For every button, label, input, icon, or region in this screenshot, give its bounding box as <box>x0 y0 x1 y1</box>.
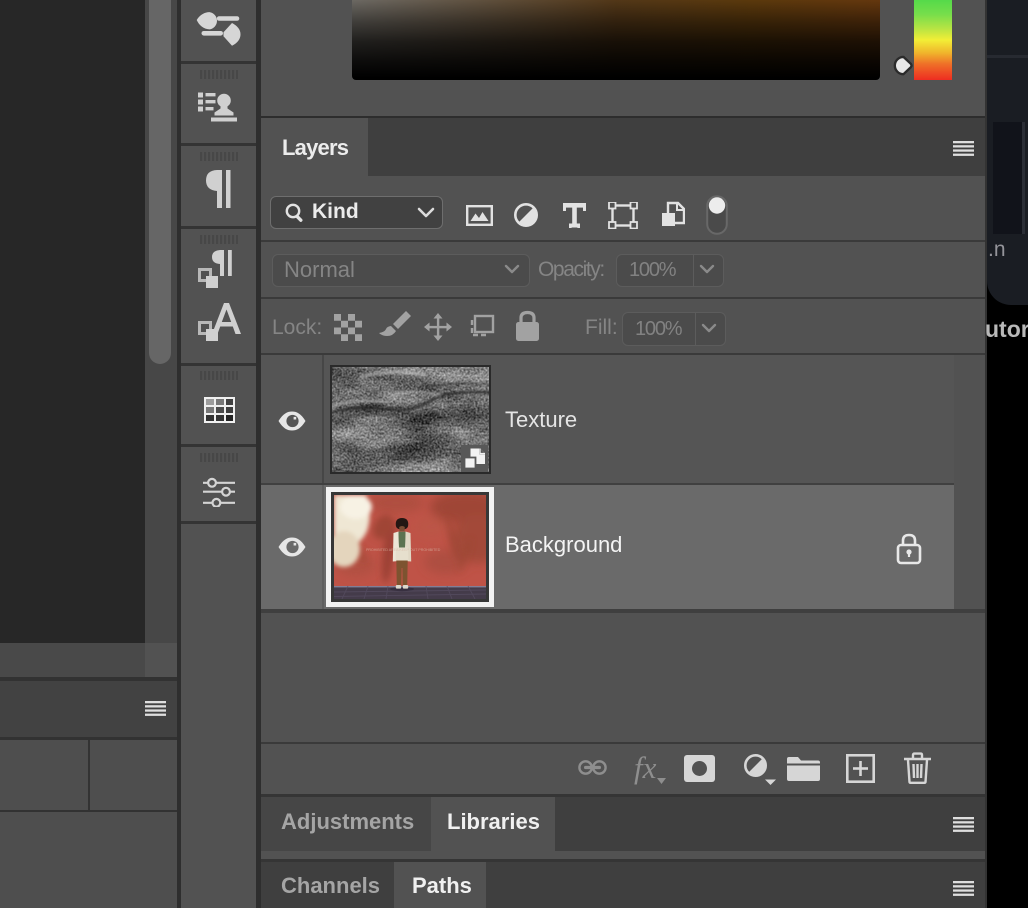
svg-text:PROHIBITED AREA KEEP OUT PROHI: PROHIBITED AREA KEEP OUT PROHIBITED <box>366 548 441 552</box>
